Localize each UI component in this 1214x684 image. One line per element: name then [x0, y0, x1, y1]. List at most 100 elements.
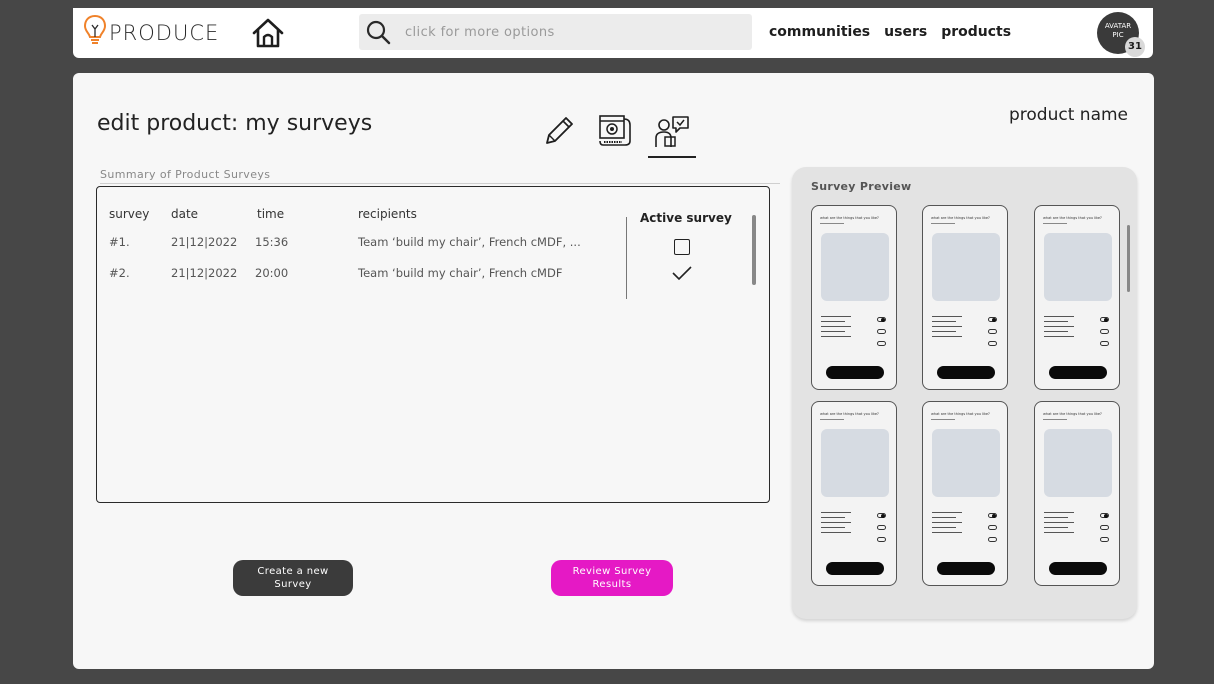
- preview-question: what are the things that you like?: [931, 216, 990, 220]
- col-recipients: recipients: [358, 207, 417, 221]
- preview-submit-button: [937, 366, 995, 379]
- preview-underline: [1043, 419, 1067, 420]
- product-name: product name: [1009, 105, 1128, 125]
- preview-question: what are the things that you like?: [1043, 216, 1102, 220]
- preview-lines: [821, 316, 851, 341]
- cell-survey: #2.: [109, 266, 130, 280]
- create-label-1: Create a new: [257, 566, 329, 577]
- active-mode-indicator: [648, 156, 696, 158]
- bulb-icon: [83, 14, 107, 52]
- edit-mode-button[interactable]: [541, 113, 577, 153]
- preview-image-placeholder: [1044, 233, 1112, 301]
- survey-preview-panel: Survey Preview what are the things that …: [792, 167, 1137, 619]
- toggle-icon: [988, 525, 997, 530]
- preview-underline: [820, 419, 844, 420]
- toggle-icon: [988, 341, 997, 346]
- preview-image-placeholder: [1044, 429, 1112, 497]
- toggle-icon: [1100, 513, 1109, 518]
- preview-submit-button: [1049, 562, 1107, 575]
- top-bar: PRODUCE communities users products AVATA…: [73, 8, 1153, 58]
- nav-users[interactable]: users: [884, 24, 927, 40]
- summary-label: Summary of Product Surveys: [100, 168, 780, 184]
- cell-time: 20:00: [255, 266, 289, 280]
- toggle-icon: [877, 317, 886, 322]
- preview-question: what are the things that you like?: [931, 412, 990, 416]
- preview-lines: [932, 316, 962, 341]
- preview-title: Survey Preview: [811, 180, 912, 193]
- home-button[interactable]: [250, 16, 286, 50]
- search-icon: [366, 20, 391, 45]
- survey-preview-card[interactable]: what are the things that you like?: [922, 401, 1008, 586]
- survey-preview-card[interactable]: what are the things that you like?: [1034, 205, 1120, 390]
- search-bar[interactable]: [359, 14, 752, 50]
- survey-preview-card[interactable]: what are the things that you like?: [1034, 401, 1120, 586]
- survey-icon: [655, 116, 689, 147]
- preview-submit-button: [826, 562, 884, 575]
- preview-underline: [1043, 223, 1067, 224]
- preview-scrollbar[interactable]: [1127, 225, 1130, 292]
- review-label-2: Results: [592, 579, 632, 590]
- review-results-button[interactable]: Review Survey Results: [551, 560, 673, 596]
- preview-image-placeholder: [932, 429, 1000, 497]
- preview-underline: [820, 223, 844, 224]
- cell-recipients: Team ‘build my chair’, French cMDF: [358, 266, 563, 280]
- survey-preview-card[interactable]: what are the things that you like?: [922, 205, 1008, 390]
- blueprint-icon: [599, 115, 631, 146]
- preview-underline: [931, 223, 955, 224]
- toggle-icon: [877, 341, 886, 346]
- col-active-survey: Active survey: [640, 211, 732, 225]
- nav-products[interactable]: products: [941, 24, 1011, 40]
- cell-time: 15:36: [255, 235, 289, 249]
- preview-underline: [931, 419, 955, 420]
- avatar-label: AVATAR: [1104, 22, 1132, 30]
- col-date: date: [171, 207, 199, 221]
- search-input[interactable]: [405, 24, 725, 40]
- toggle-icon: [877, 525, 886, 530]
- preview-submit-button: [1049, 366, 1107, 379]
- table-scrollbar[interactable]: [752, 215, 756, 285]
- preview-image-placeholder: [932, 233, 1000, 301]
- toggle-icon: [988, 317, 997, 322]
- create-survey-button[interactable]: Create a new Survey: [233, 560, 353, 596]
- survey-table: survey date time recipients #1. 21|12|20…: [96, 186, 770, 503]
- toggle-icon: [877, 537, 886, 542]
- column-divider: [626, 217, 627, 299]
- survey-preview-card[interactable]: what are the things that you like?: [811, 205, 897, 390]
- cell-date: 21|12|2022: [171, 266, 238, 280]
- review-label-1: Review Survey: [572, 566, 652, 577]
- preview-lines: [932, 512, 962, 537]
- toggle-icon: [877, 329, 886, 334]
- main-nav: communities users products: [769, 24, 1011, 40]
- checkmark-icon: [672, 266, 692, 281]
- toggle-icon: [988, 537, 997, 542]
- home-icon: [252, 18, 284, 48]
- survey-preview-card[interactable]: what are the things that you like?: [811, 401, 897, 586]
- toggle-icon: [1100, 537, 1109, 542]
- preview-lines: [1044, 316, 1074, 341]
- logo[interactable]: PRODUCE: [83, 14, 219, 52]
- toggle-icon: [1100, 525, 1109, 530]
- toggle-icon: [988, 329, 997, 334]
- survey-mode-button[interactable]: [653, 113, 691, 155]
- preview-lines: [821, 512, 851, 537]
- page-title: edit product: my surveys: [97, 111, 373, 136]
- preview-question: what are the things that you like?: [820, 216, 879, 220]
- col-survey: survey: [109, 207, 150, 221]
- active-checkmark-row2[interactable]: [671, 265, 693, 285]
- toggle-icon: [877, 513, 886, 518]
- design-mode-button[interactable]: [597, 113, 633, 153]
- preview-image-placeholder: [821, 233, 889, 301]
- preview-question: what are the things that you like?: [820, 412, 879, 416]
- preview-submit-button: [826, 366, 884, 379]
- col-time: time: [257, 207, 285, 221]
- preview-question: what are the things that you like?: [1043, 412, 1102, 416]
- active-checkbox-row1[interactable]: [674, 239, 690, 255]
- pencil-icon: [546, 117, 573, 144]
- notification-badge[interactable]: 31: [1125, 37, 1145, 57]
- toggle-icon: [1100, 329, 1109, 334]
- avatar[interactable]: AVATAR PIC 31: [1097, 12, 1145, 57]
- preview-lines: [1044, 512, 1074, 537]
- logo-text: PRODUCE: [109, 21, 220, 45]
- nav-communities[interactable]: communities: [769, 24, 870, 40]
- cell-date: 21|12|2022: [171, 235, 238, 249]
